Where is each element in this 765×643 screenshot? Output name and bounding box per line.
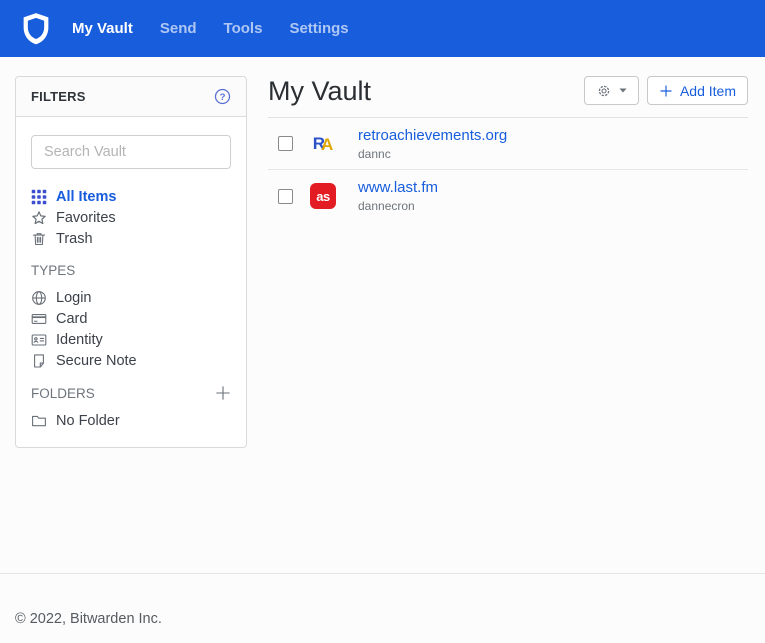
- star-icon: [31, 210, 47, 226]
- sidebar-item-no-folder[interactable]: No Folder: [31, 410, 231, 431]
- page-title: My Vault: [268, 76, 371, 106]
- primary-filter-list: All Items Favorites: [31, 186, 231, 249]
- nav-item-send[interactable]: Send: [160, 20, 197, 37]
- add-folder-plus-icon[interactable]: [215, 385, 231, 401]
- row-checkbox[interactable]: [278, 136, 293, 151]
- item-username: dannc: [358, 147, 507, 161]
- item-username: dannecron: [358, 199, 438, 213]
- sidebar-item-label: Login: [56, 290, 91, 306]
- globe-icon: [31, 290, 47, 306]
- nav-item-tools[interactable]: Tools: [224, 20, 263, 37]
- filters-header: FILTERS ?: [16, 77, 246, 117]
- types-heading: TYPES: [31, 263, 231, 278]
- sidebar-item-label: All Items: [56, 189, 116, 205]
- nav-links: My Vault Send Tools Settings: [72, 20, 349, 38]
- sidebar-item-label: No Folder: [56, 413, 120, 429]
- folders-filter-list: No Folder: [31, 410, 231, 431]
- svg-text:?: ?: [220, 92, 226, 103]
- filters-panel: FILTERS ? A: [15, 76, 247, 448]
- search-input[interactable]: [31, 135, 231, 169]
- folder-icon: [31, 413, 47, 429]
- chevron-down-icon: [619, 88, 627, 93]
- sidebar-item-identity[interactable]: Identity: [31, 329, 231, 350]
- sidebar-item-login[interactable]: Login: [31, 287, 231, 308]
- sidebar-item-secure-note[interactable]: Secure Note: [31, 350, 231, 371]
- row-checkbox[interactable]: [278, 189, 293, 204]
- lastfm-favicon: as: [310, 183, 336, 209]
- credit-card-icon: [31, 311, 47, 327]
- folders-heading: FOLDERS: [31, 385, 231, 401]
- sidebar-item-trash[interactable]: Trash: [31, 228, 231, 249]
- copyright-text: © 2022, Bitwarden Inc.: [15, 611, 162, 627]
- footer-divider: [0, 573, 765, 574]
- sidebar-item-all-items[interactable]: All Items: [31, 186, 231, 207]
- sidebar-item-label: Trash: [56, 231, 93, 247]
- vault-header: My Vault: [268, 76, 748, 106]
- grid-icon: [31, 189, 47, 205]
- vault-row-retroachievements: R A retroachievements.org dannc: [268, 118, 748, 170]
- retroachievements-favicon: R A: [310, 135, 336, 152]
- options-dropdown-button[interactable]: [584, 76, 639, 105]
- gear-icon: [596, 83, 612, 99]
- help-circle-icon[interactable]: ?: [214, 88, 231, 105]
- sidebar-item-label: Card: [56, 311, 87, 327]
- vault-item-list: R A retroachievements.org dannc as www.l…: [268, 118, 748, 222]
- sidebar-item-card[interactable]: Card: [31, 308, 231, 329]
- vault-main: My Vault: [268, 76, 748, 222]
- nav-item-my-vault[interactable]: My Vault: [72, 20, 133, 37]
- filters-body: All Items Favorites: [16, 169, 246, 447]
- sidebar-item-label: Identity: [56, 332, 103, 348]
- add-item-button[interactable]: Add Item: [647, 76, 748, 105]
- sidebar-item-favorites[interactable]: Favorites: [31, 207, 231, 228]
- filters-title: FILTERS: [31, 89, 86, 104]
- item-name-link[interactable]: retroachievements.org: [358, 127, 507, 145]
- note-icon: [31, 353, 47, 369]
- nav-item-settings[interactable]: Settings: [289, 20, 348, 37]
- id-card-icon: [31, 332, 47, 348]
- page-content: FILTERS ? A: [0, 57, 765, 448]
- top-navigation: My Vault Send Tools Settings: [0, 0, 765, 57]
- vault-toolbar: Add Item: [584, 76, 748, 105]
- vault-row-lastfm: as www.last.fm dannecron: [268, 170, 748, 222]
- sidebar-item-label: Secure Note: [56, 353, 137, 369]
- item-name-link[interactable]: www.last.fm: [358, 179, 438, 197]
- sidebar-item-label: Favorites: [56, 210, 116, 226]
- plus-icon: [659, 84, 673, 98]
- trash-icon: [31, 231, 47, 247]
- bitwarden-logo-icon[interactable]: [22, 11, 72, 46]
- types-filter-list: Login Card: [31, 287, 231, 371]
